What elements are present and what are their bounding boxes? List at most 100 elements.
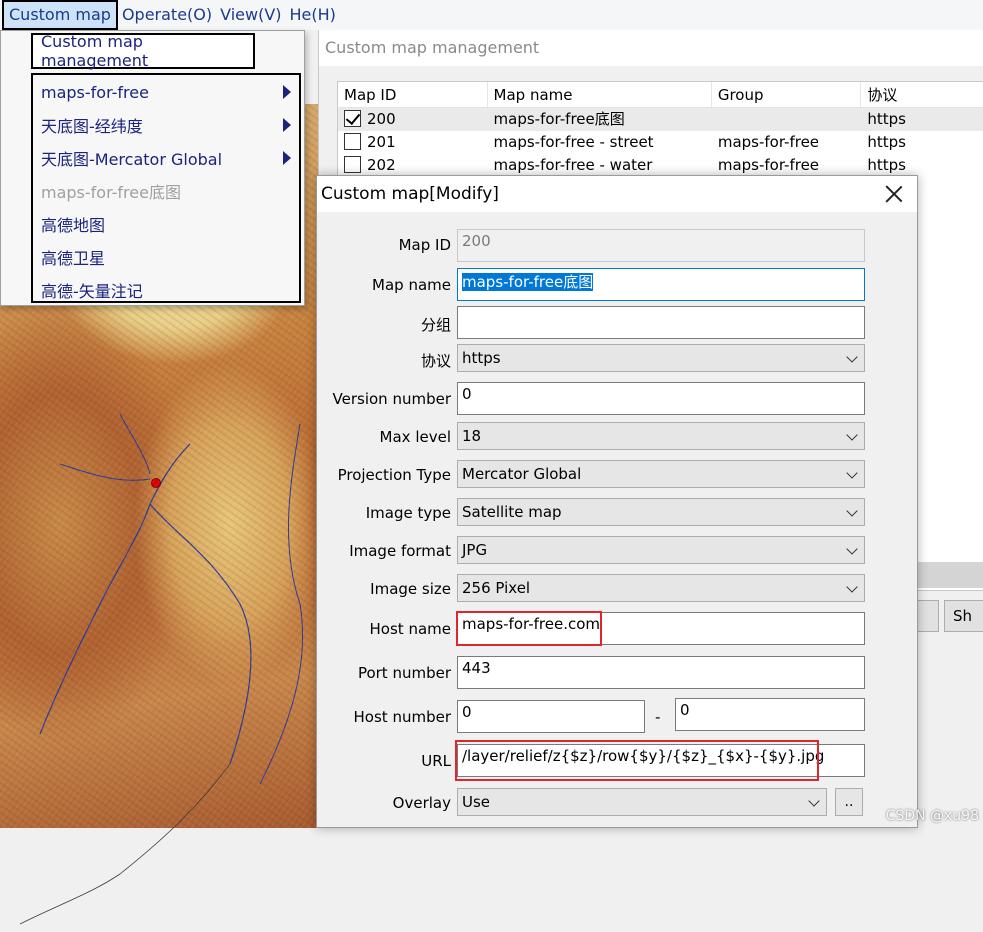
row-protocol: https bbox=[867, 133, 906, 151]
menu-bar: Custom map Operate(O) View(V) He(H) bbox=[0, 0, 983, 30]
menu-item-custom-map-management[interactable]: Custom map management bbox=[31, 32, 255, 70]
map-id-field: 200 bbox=[457, 229, 865, 262]
table-row[interactable]: 202 maps-for-free - water maps-for-free … bbox=[338, 154, 983, 177]
row-map-name: maps-for-free - street bbox=[493, 133, 654, 151]
row-protocol: https bbox=[867, 156, 906, 174]
row-group: maps-for-free bbox=[717, 156, 820, 174]
chevron-down-icon bbox=[808, 795, 820, 807]
host-number-separator: - bbox=[655, 708, 661, 726]
image-size-value: 256 Pixel bbox=[462, 579, 531, 597]
submenu-arrow-icon bbox=[283, 85, 291, 99]
menu-custom-map[interactable]: Custom map bbox=[2, 0, 118, 30]
chevron-down-icon bbox=[846, 467, 858, 479]
custom-map-dropdown: Custom map management maps-for-free 天底图-… bbox=[0, 30, 305, 306]
overlay-browse-button[interactable]: .. bbox=[835, 788, 863, 816]
protocol-select[interactable]: https bbox=[457, 344, 865, 372]
chevron-down-icon bbox=[846, 429, 858, 441]
row-checkbox[interactable] bbox=[344, 110, 361, 127]
image-format-select[interactable]: JPG bbox=[457, 536, 865, 564]
row-checkbox[interactable] bbox=[344, 133, 361, 150]
max-level-value: 18 bbox=[462, 427, 482, 445]
image-format-label: Image format bbox=[349, 542, 451, 560]
overlay-value: Use bbox=[462, 793, 491, 811]
image-size-select[interactable]: 256 Pixel bbox=[457, 574, 865, 602]
map-name-selected-text: maps-for-free底图 bbox=[462, 273, 594, 291]
map-id-label: Map ID bbox=[398, 236, 451, 254]
image-type-select[interactable]: Satellite map bbox=[457, 498, 865, 526]
submenu-arrow-icon bbox=[283, 118, 291, 132]
menu-item-amap[interactable]: 高德地图 bbox=[41, 209, 299, 239]
row-map-id: 202 bbox=[367, 156, 396, 174]
max-level-select[interactable]: 18 bbox=[457, 422, 865, 450]
version-field[interactable]: 0 bbox=[457, 382, 865, 415]
max-level-label: Max level bbox=[379, 428, 451, 446]
overlay-label: Overlay bbox=[392, 794, 451, 812]
projection-label: Projection Type bbox=[337, 466, 451, 484]
menu-help[interactable]: He(H) bbox=[286, 0, 336, 30]
menu-operate[interactable]: Operate(O) bbox=[118, 0, 216, 30]
overlay-select[interactable]: Use bbox=[457, 788, 827, 816]
menu-item-label: maps-for-free bbox=[41, 82, 149, 102]
menu-item-label: 天底图-Mercator Global bbox=[41, 150, 223, 169]
menu-item-amap-satellite[interactable]: 高德卫星 bbox=[41, 242, 299, 272]
menu-item-maps-for-free[interactable]: maps-for-free bbox=[41, 77, 299, 107]
chevron-down-icon bbox=[846, 543, 858, 555]
table-row[interactable]: 200 maps-for-free底图 https bbox=[338, 108, 983, 131]
row-group: maps-for-free bbox=[717, 133, 820, 151]
map-name-field[interactable]: maps-for-free底图 bbox=[457, 268, 865, 301]
group-label: 分组 bbox=[420, 316, 451, 334]
protocol-label: 协议 bbox=[420, 352, 451, 370]
menu-help-shortcut: (H) bbox=[311, 5, 336, 24]
management-title: Custom map management bbox=[319, 30, 983, 66]
menu-item-maps-for-free-base: maps-for-free底图 bbox=[41, 176, 299, 206]
show-button[interactable]: Sh bbox=[944, 600, 983, 632]
host-name-field[interactable]: maps-for-free.com bbox=[457, 612, 865, 645]
custom-map-modify-dialog: Custom map[Modify] Map ID 200 Map name m… bbox=[316, 175, 918, 828]
chevron-down-icon bbox=[846, 581, 858, 593]
map-list-group: maps-for-free 天底图-经纬度 天底图-Mercator Globa… bbox=[31, 73, 301, 303]
host-number-to-field[interactable]: 0 bbox=[675, 698, 865, 731]
menu-item-tianditu-mercator[interactable]: 天底图-Mercator Global bbox=[41, 143, 299, 173]
column-map-id[interactable]: Map ID bbox=[338, 82, 488, 108]
host-number-from-field[interactable]: 0 bbox=[457, 700, 645, 733]
menu-item-label: maps-for-free底图 bbox=[41, 183, 181, 202]
row-protocol: https bbox=[867, 110, 906, 128]
column-protocol[interactable]: 协议 bbox=[861, 82, 983, 108]
menu-view[interactable]: View(V) bbox=[216, 0, 285, 30]
image-type-value: Satellite map bbox=[462, 503, 562, 521]
location-marker[interactable] bbox=[151, 478, 161, 488]
port-field[interactable]: 443 bbox=[457, 656, 865, 689]
image-type-label: Image type bbox=[365, 504, 451, 522]
table-header: Map ID Map name Group 协议 bbox=[338, 82, 983, 108]
menu-item-label: 高德-矢量注记 bbox=[41, 282, 143, 301]
column-map-name[interactable]: Map name bbox=[488, 82, 712, 108]
row-group bbox=[712, 108, 862, 131]
projection-value: Mercator Global bbox=[462, 465, 582, 483]
dialog-title: Custom map[Modify] bbox=[317, 176, 917, 212]
row-map-id: 201 bbox=[367, 133, 396, 151]
host-number-label: Host number bbox=[353, 708, 451, 726]
menu-item-label: 高德卫星 bbox=[41, 249, 106, 268]
menu-item-label: 天底图-经纬度 bbox=[41, 117, 143, 136]
close-icon[interactable] bbox=[881, 181, 907, 207]
projection-select[interactable]: Mercator Global bbox=[457, 460, 865, 488]
host-name-label: Host name bbox=[369, 620, 451, 638]
column-group[interactable]: Group bbox=[712, 82, 862, 108]
map-name-label: Map name bbox=[372, 276, 451, 294]
watermark-text: CSDN @xu98 bbox=[885, 808, 979, 824]
row-checkbox[interactable] bbox=[344, 156, 361, 173]
url-label: URL bbox=[421, 752, 451, 770]
chevron-down-icon bbox=[846, 351, 858, 363]
menu-item-tianditu-latlon[interactable]: 天底图-经纬度 bbox=[41, 110, 299, 140]
group-field[interactable] bbox=[457, 306, 865, 339]
protocol-value: https bbox=[462, 349, 501, 367]
image-size-label: Image size bbox=[370, 580, 451, 598]
row-map-name: maps-for-free - water bbox=[493, 156, 653, 174]
menu-item-label: 高德地图 bbox=[41, 216, 106, 235]
chevron-down-icon bbox=[846, 505, 858, 517]
menu-help-label: He bbox=[289, 5, 312, 24]
url-field[interactable]: /layer/relief/z{$z}/row{$y}/{$z}_{$x}-{$… bbox=[457, 744, 865, 777]
row-map-name: maps-for-free底图 bbox=[493, 110, 625, 128]
menu-item-amap-vector-labels[interactable]: 高德-矢量注记 bbox=[41, 275, 299, 305]
table-row[interactable]: 201 maps-for-free - street maps-for-free… bbox=[338, 131, 983, 154]
